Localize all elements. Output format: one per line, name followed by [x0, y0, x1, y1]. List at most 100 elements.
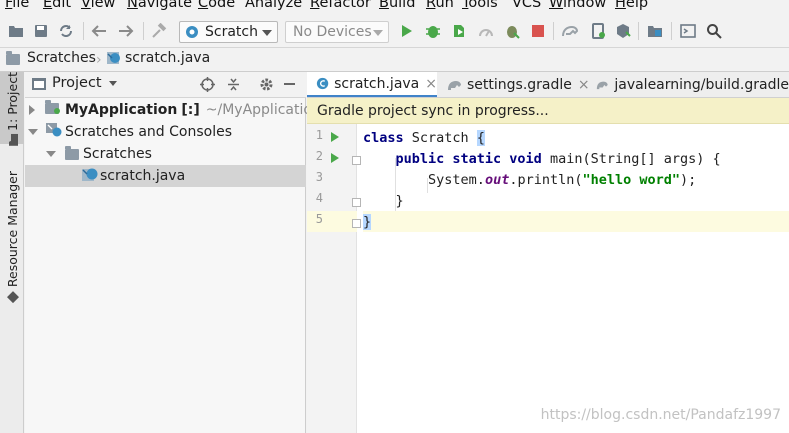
- gear-icon[interactable]: [259, 77, 274, 96]
- search-icon[interactable]: [705, 22, 723, 40]
- menu-label: dit: [52, 0, 72, 11]
- menu-vcs[interactable]: VCS: [512, 0, 541, 11]
- project-view-selector[interactable]: Project: [52, 75, 117, 91]
- device-label: No Devices: [293, 24, 372, 40]
- run-icon[interactable]: [398, 22, 416, 40]
- code-line[interactable]: System. out .println("hello word");: [363, 169, 789, 190]
- terminal-icon[interactable]: [679, 22, 697, 40]
- fold-marker-icon[interactable]: [352, 219, 361, 228]
- device-select[interactable]: No Devices: [285, 21, 389, 43]
- project-structure-icon[interactable]: [646, 22, 664, 40]
- editor-area: scratch.java × settings.gradle × javalea…: [307, 72, 789, 433]
- code-token-keyword: class: [363, 129, 404, 146]
- tree-item-scratches-and-consoles[interactable]: Scratches and Consoles: [25, 121, 306, 143]
- debug-icon[interactable]: [424, 22, 442, 40]
- gradle-sync-icon[interactable]: [561, 22, 579, 40]
- menu-view[interactable]: View: [81, 0, 115, 11]
- locate-target-icon[interactable]: [200, 77, 215, 96]
- folder-icon: [6, 50, 20, 65]
- code-line[interactable]: }: [363, 190, 789, 211]
- breadcrumb-label: scratch.java: [125, 50, 211, 66]
- menu-edit[interactable]: Edit: [43, 0, 71, 11]
- java-class-icon: [186, 26, 198, 38]
- tree-item-myapplication[interactable]: MyApplication [:] ~/MyApplication: [25, 99, 321, 121]
- menu-mnemonic: E: [43, 0, 53, 11]
- run-config-select[interactable]: Scratch: [179, 21, 278, 43]
- menu-help[interactable]: Help: [615, 0, 648, 11]
- forward-arrow-icon[interactable]: [117, 22, 135, 40]
- code-token-text: System.: [428, 171, 485, 188]
- chevron-down-icon: [28, 129, 38, 135]
- tab-scratch-java[interactable]: scratch.java ×: [307, 72, 437, 97]
- main-toolbar: Scratch No Devices: [0, 14, 789, 48]
- build-hammer-icon[interactable]: [150, 22, 168, 40]
- chevron-down-icon: [373, 30, 383, 36]
- project-panel: Project MyApplication [:] ~/MyApplicatio…: [25, 72, 321, 433]
- menu-label: ools: [468, 0, 498, 11]
- project-tool-tab[interactable]: 1: Project: [0, 72, 24, 146]
- run-coverage-icon[interactable]: [450, 22, 468, 40]
- minimize-icon[interactable]: [284, 83, 295, 85]
- menu-analyze[interactable]: Analyze: [245, 0, 302, 11]
- fold-marker-icon[interactable]: [352, 198, 361, 207]
- menu-navigate[interactable]: Navigate: [127, 0, 192, 11]
- back-arrow-icon[interactable]: [90, 22, 108, 40]
- code-line-current[interactable]: }: [363, 211, 789, 232]
- menu-code[interactable]: Code: [198, 0, 235, 11]
- menu-label: efactor: [319, 0, 371, 11]
- collapse-all-icon[interactable]: [226, 77, 241, 96]
- resource-manager-tab[interactable]: Resource Manager: [0, 170, 24, 305]
- save-all-icon[interactable]: [32, 22, 50, 40]
- breadcrumb-file[interactable]: scratch.java: [106, 50, 210, 66]
- folder-icon: [8, 133, 18, 146]
- menu-tools[interactable]: Tools: [462, 0, 498, 11]
- toolbar-separator: [638, 22, 639, 40]
- menu-mnemonic: H: [615, 0, 626, 11]
- gradle-elephant-icon: [448, 81, 461, 90]
- tree-item-scratches[interactable]: Scratches: [25, 143, 306, 165]
- menu-mnemonic: W: [549, 0, 564, 11]
- menu-label: iew: [90, 0, 116, 11]
- breadcrumb-scratches[interactable]: Scratches: [6, 50, 96, 66]
- stop-icon[interactable]: [529, 22, 547, 40]
- profiler-icon[interactable]: [477, 22, 495, 40]
- code-token-keyword: public static void: [395, 150, 542, 167]
- run-class-gutter-icon[interactable]: [331, 132, 339, 142]
- fold-marker-icon[interactable]: [352, 156, 361, 165]
- menu-run[interactable]: Run: [426, 0, 454, 11]
- code-token-text: );: [680, 171, 697, 188]
- tree-item-scratch-java[interactable]: scratch.java: [25, 165, 306, 187]
- sync-icon[interactable]: [57, 22, 75, 40]
- gradle-elephant-icon: [596, 81, 608, 90]
- menu-mnemonic: C: [198, 0, 209, 11]
- code-token-text: .println(: [509, 171, 583, 188]
- code-line[interactable]: class Scratch {: [363, 127, 789, 148]
- tab-settings-gradle[interactable]: settings.gradle ×: [443, 72, 591, 97]
- menu-bar: File Edit View Navigate Code Analyze Ref…: [0, 0, 789, 14]
- menu-refactor[interactable]: Refactor: [310, 0, 371, 11]
- attach-debugger-icon[interactable]: [503, 22, 521, 40]
- tab-label: javalearning/build.gradle: [614, 77, 789, 93]
- open-folder-icon[interactable]: [7, 22, 25, 40]
- tree-item-suffix: [:]: [181, 102, 200, 118]
- code-line[interactable]: public static void main(String[] args) {: [363, 148, 789, 169]
- banner-text: Gradle project sync in progress...: [317, 102, 549, 119]
- menu-mnemonic: B: [379, 0, 389, 11]
- tree-item-label: MyApplication: [65, 102, 178, 118]
- tab-javalearning-build-gradle[interactable]: javalearning/build.gradle: [593, 72, 789, 97]
- menu-build[interactable]: Build: [379, 0, 415, 11]
- run-main-gutter-icon[interactable]: [331, 153, 339, 163]
- resource-manager-label: Resource Manager: [5, 171, 20, 304]
- menu-file[interactable]: File: [5, 0, 29, 11]
- menu-label: elp: [625, 0, 649, 11]
- sdk-manager-icon[interactable]: [614, 22, 632, 40]
- chevron-down-icon: [108, 80, 117, 86]
- close-icon[interactable]: ×: [578, 77, 590, 93]
- menu-window[interactable]: Window: [549, 0, 606, 11]
- avd-manager-icon[interactable]: [589, 22, 607, 40]
- tree-item-label: Scratches and Consoles: [65, 124, 232, 140]
- close-icon[interactable]: ×: [425, 76, 437, 92]
- tab-label: scratch.java: [334, 75, 420, 92]
- tree-item-path: ~/MyApplication: [205, 102, 321, 118]
